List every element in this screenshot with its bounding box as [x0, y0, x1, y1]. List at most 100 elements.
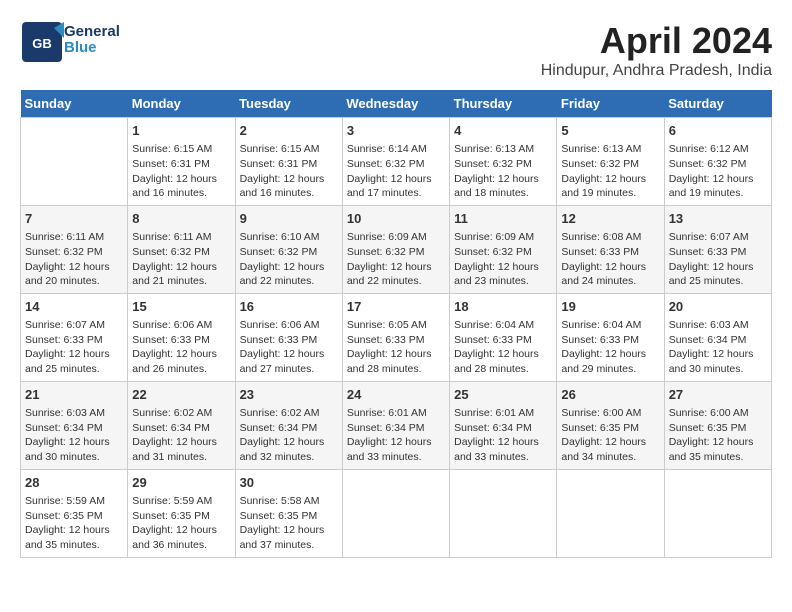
day-info: Sunrise: 5:58 AMSunset: 6:35 PMDaylight:… — [240, 494, 338, 553]
day-cell: 18Sunrise: 6:04 AMSunset: 6:33 PMDayligh… — [450, 293, 557, 381]
day-info: Sunrise: 6:01 AMSunset: 6:34 PMDaylight:… — [454, 406, 552, 465]
week-row-4: 21 Sunrise: 6:03 AMSunset: 6:34 PMDayligh… — [21, 381, 772, 469]
day-info: Sunrise: 6:04 AMSunset: 6:33 PMDaylight:… — [561, 318, 659, 377]
day-cell: 12Sunrise: 6:08 AMSunset: 6:33 PMDayligh… — [557, 205, 664, 293]
header-cell-tuesday: Tuesday — [235, 90, 342, 118]
day-number: 30 — [240, 474, 338, 492]
day-info: Sunrise: 6:02 AMSunset: 6:34 PMDaylight:… — [240, 406, 338, 465]
day-number: 17 — [347, 298, 445, 316]
day-cell: 23 Sunrise: 6:02 AMSunset: 6:34 PMDayligh… — [235, 381, 342, 469]
logo-line2: Blue — [64, 40, 120, 57]
day-info: Sunrise: 6:08 AMSunset: 6:33 PMDaylight:… — [561, 230, 659, 289]
title-block: April 2024 Hindupur, Andhra Pradesh, Ind… — [541, 20, 772, 80]
day-info: Sunrise: 6:09 AMSunset: 6:32 PMDaylight:… — [454, 230, 552, 289]
day-info: Sunrise: 6:11 AMSunset: 6:32 PMDaylight:… — [132, 230, 230, 289]
header-cell-friday: Friday — [557, 90, 664, 118]
page-header: GB General Blue April 2024 Hindupur, And… — [20, 20, 772, 80]
day-number: 19 — [561, 298, 659, 316]
day-info: Sunrise: 5:59 AMSunset: 6:35 PMDaylight:… — [132, 494, 230, 553]
day-info: Sunrise: 6:06 AMSunset: 6:33 PMDaylight:… — [132, 318, 230, 377]
logo: GB General Blue — [20, 20, 120, 60]
day-number: 3 — [347, 122, 445, 140]
day-number: 14 — [25, 298, 123, 316]
day-info: Sunrise: 6:14 AMSunset: 6:32 PMDaylight:… — [347, 142, 445, 201]
day-cell: 10 Sunrise: 6:09 AMSunset: 6:32 PMDayligh… — [342, 205, 449, 293]
day-cell: 19 Sunrise: 6:04 AMSunset: 6:33 PMDayligh… — [557, 293, 664, 381]
header-cell-saturday: Saturday — [664, 90, 771, 118]
day-cell: 6Sunrise: 6:12 AMSunset: 6:32 PMDaylight… — [664, 118, 771, 206]
day-cell: 26 Sunrise: 6:00 AMSunset: 6:35 PMDayligh… — [557, 381, 664, 469]
header-cell-wednesday: Wednesday — [342, 90, 449, 118]
day-number: 2 — [240, 122, 338, 140]
day-number: 26 — [561, 386, 659, 404]
day-info: Sunrise: 6:03 AMSunset: 6:34 PMDaylight:… — [669, 318, 767, 377]
day-number: 21 — [25, 386, 123, 404]
day-number: 28 — [25, 474, 123, 492]
day-cell — [664, 469, 771, 557]
day-cell — [21, 118, 128, 206]
day-cell: 22Sunrise: 6:02 AMSunset: 6:34 PMDayligh… — [128, 381, 235, 469]
day-info: Sunrise: 6:00 AMSunset: 6:35 PMDaylight:… — [561, 406, 659, 465]
day-cell: 2Sunrise: 6:15 AMSunset: 6:31 PMDaylight… — [235, 118, 342, 206]
day-cell: 15 Sunrise: 6:06 AMSunset: 6:33 PMDayligh… — [128, 293, 235, 381]
day-info: Sunrise: 6:00 AMSunset: 6:35 PMDaylight:… — [669, 406, 767, 465]
day-cell: 8 Sunrise: 6:11 AMSunset: 6:32 PMDaylight… — [128, 205, 235, 293]
day-number: 29 — [132, 474, 230, 492]
day-number: 6 — [669, 122, 767, 140]
day-info: Sunrise: 6:03 AMSunset: 6:34 PMDaylight:… — [25, 406, 123, 465]
logo-icon: GB — [20, 20, 60, 60]
day-info: Sunrise: 6:13 AMSunset: 6:32 PMDaylight:… — [454, 142, 552, 201]
day-cell — [342, 469, 449, 557]
page-title: April 2024 — [541, 20, 772, 62]
day-number: 11 — [454, 210, 552, 228]
day-number: 23 — [240, 386, 338, 404]
day-cell: 7Sunrise: 6:11 AMSunset: 6:32 PMDaylight… — [21, 205, 128, 293]
day-cell: 5 Sunrise: 6:13 AMSunset: 6:32 PMDaylight… — [557, 118, 664, 206]
day-cell: 4Sunrise: 6:13 AMSunset: 6:32 PMDaylight… — [450, 118, 557, 206]
logo-line1: General — [64, 24, 120, 41]
day-number: 27 — [669, 386, 767, 404]
week-row-5: 28 Sunrise: 5:59 AMSunset: 6:35 PMDayligh… — [21, 469, 772, 557]
day-cell: 16 Sunrise: 6:06 AMSunset: 6:33 PMDayligh… — [235, 293, 342, 381]
header-cell-sunday: Sunday — [21, 90, 128, 118]
day-cell: 20 Sunrise: 6:03 AMSunset: 6:34 PMDayligh… — [664, 293, 771, 381]
day-number: 16 — [240, 298, 338, 316]
day-number: 20 — [669, 298, 767, 316]
day-info: Sunrise: 6:06 AMSunset: 6:33 PMDaylight:… — [240, 318, 338, 377]
week-row-2: 7Sunrise: 6:11 AMSunset: 6:32 PMDaylight… — [21, 205, 772, 293]
day-info: Sunrise: 6:15 AMSunset: 6:31 PMDaylight:… — [132, 142, 230, 201]
day-number: 5 — [561, 122, 659, 140]
calendar-body: 1Sunrise: 6:15 AMSunset: 6:31 PMDaylight… — [21, 118, 772, 558]
day-cell: 30 Sunrise: 5:58 AMSunset: 6:35 PMDayligh… — [235, 469, 342, 557]
day-cell — [557, 469, 664, 557]
day-cell: 17 Sunrise: 6:05 AMSunset: 6:33 PMDayligh… — [342, 293, 449, 381]
day-cell: 27 Sunrise: 6:00 AMSunset: 6:35 PMDayligh… — [664, 381, 771, 469]
calendar-table: SundayMondayTuesdayWednesdayThursdayFrid… — [20, 90, 772, 558]
day-info: Sunrise: 5:59 AMSunset: 6:35 PMDaylight:… — [25, 494, 123, 553]
day-number: 24 — [347, 386, 445, 404]
day-info: Sunrise: 6:13 AMSunset: 6:32 PMDaylight:… — [561, 142, 659, 201]
day-info: Sunrise: 6:09 AMSunset: 6:32 PMDaylight:… — [347, 230, 445, 289]
day-cell: 21 Sunrise: 6:03 AMSunset: 6:34 PMDayligh… — [21, 381, 128, 469]
day-info: Sunrise: 6:04 AMSunset: 6:33 PMDaylight:… — [454, 318, 552, 377]
day-cell: 28 Sunrise: 5:59 AMSunset: 6:35 PMDayligh… — [21, 469, 128, 557]
day-number: 25 — [454, 386, 552, 404]
day-cell: 9Sunrise: 6:10 AMSunset: 6:32 PMDaylight… — [235, 205, 342, 293]
day-info: Sunrise: 6:05 AMSunset: 6:33 PMDaylight:… — [347, 318, 445, 377]
week-row-3: 14 Sunrise: 6:07 AMSunset: 6:33 PMDayligh… — [21, 293, 772, 381]
day-cell: 13 Sunrise: 6:07 AMSunset: 6:33 PMDayligh… — [664, 205, 771, 293]
day-info: Sunrise: 6:07 AMSunset: 6:33 PMDaylight:… — [669, 230, 767, 289]
day-cell: 14 Sunrise: 6:07 AMSunset: 6:33 PMDayligh… — [21, 293, 128, 381]
day-number: 10 — [347, 210, 445, 228]
page-subtitle: Hindupur, Andhra Pradesh, India — [541, 62, 772, 80]
svg-text:GB: GB — [32, 36, 52, 51]
day-number: 13 — [669, 210, 767, 228]
day-cell: 1Sunrise: 6:15 AMSunset: 6:31 PMDaylight… — [128, 118, 235, 206]
day-cell: 11 Sunrise: 6:09 AMSunset: 6:32 PMDayligh… — [450, 205, 557, 293]
day-number: 8 — [132, 210, 230, 228]
day-cell — [450, 469, 557, 557]
day-cell: 3 Sunrise: 6:14 AMSunset: 6:32 PMDaylight… — [342, 118, 449, 206]
day-info: Sunrise: 6:01 AMSunset: 6:34 PMDaylight:… — [347, 406, 445, 465]
day-number: 15 — [132, 298, 230, 316]
day-info: Sunrise: 6:07 AMSunset: 6:33 PMDaylight:… — [25, 318, 123, 377]
